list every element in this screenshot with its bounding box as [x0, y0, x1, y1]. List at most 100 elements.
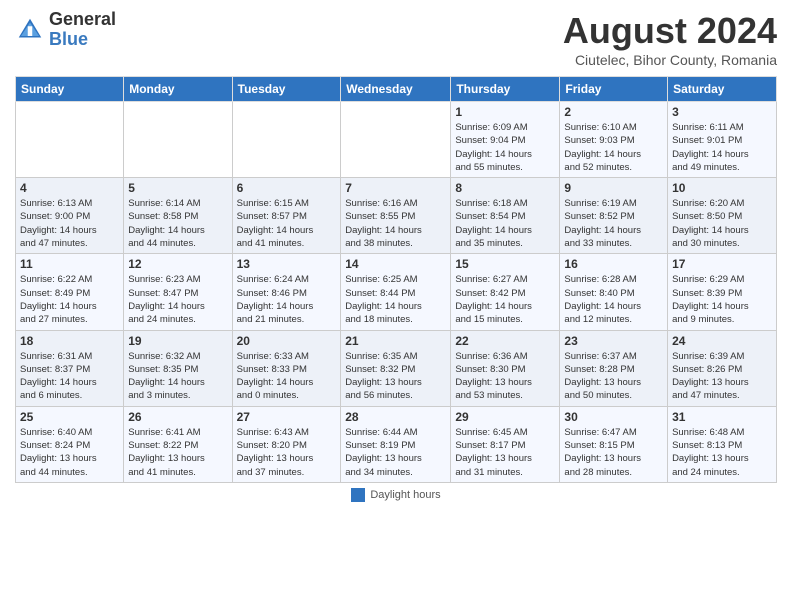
day-info: Sunrise: 6:39 AM Sunset: 8:26 PM Dayligh… [672, 350, 772, 403]
day-number: 18 [20, 334, 119, 348]
day-number: 22 [455, 334, 555, 348]
day-info: Sunrise: 6:23 AM Sunset: 8:47 PM Dayligh… [128, 273, 227, 326]
day-number: 4 [20, 181, 119, 195]
day-info: Sunrise: 6:29 AM Sunset: 8:39 PM Dayligh… [672, 273, 772, 326]
calendar-cell: 5 Sunrise: 6:14 AM Sunset: 8:58 PM Daylig… [124, 178, 232, 254]
title-block: August 2024 Ciutelec, Bihor County, Roma… [563, 10, 777, 68]
calendar-header-saturday: Saturday [668, 77, 777, 102]
calendar-week-3: 11 Sunrise: 6:22 AM Sunset: 8:49 PM Dayli… [16, 254, 777, 330]
main-title: August 2024 [563, 10, 777, 52]
logo-icon [15, 15, 45, 45]
calendar-cell: 19 Sunrise: 6:32 AM Sunset: 8:35 PM Dayli… [124, 330, 232, 406]
day-info: Sunrise: 6:14 AM Sunset: 8:58 PM Dayligh… [128, 197, 227, 250]
day-info: Sunrise: 6:18 AM Sunset: 8:54 PM Dayligh… [455, 197, 555, 250]
calendar-cell [341, 102, 451, 178]
day-number: 11 [20, 257, 119, 271]
day-number: 31 [672, 410, 772, 424]
day-number: 21 [345, 334, 446, 348]
day-number: 7 [345, 181, 446, 195]
calendar-week-2: 4 Sunrise: 6:13 AM Sunset: 9:00 PM Daylig… [16, 178, 777, 254]
header: General Blue August 2024 Ciutelec, Bihor… [15, 10, 777, 68]
calendar-header-row: SundayMondayTuesdayWednesdayThursdayFrid… [16, 77, 777, 102]
calendar-cell: 17 Sunrise: 6:29 AM Sunset: 8:39 PM Dayli… [668, 254, 777, 330]
day-info: Sunrise: 6:47 AM Sunset: 8:15 PM Dayligh… [564, 426, 663, 479]
calendar-cell: 20Sunrise: 6:33 AM Sunset: 8:33 PM Dayli… [232, 330, 341, 406]
day-info: Sunrise: 6:20 AM Sunset: 8:50 PM Dayligh… [672, 197, 772, 250]
calendar-cell: 27 Sunrise: 6:43 AM Sunset: 8:20 PM Dayli… [232, 406, 341, 482]
logo: General Blue [15, 10, 116, 50]
calendar-header-tuesday: Tuesday [232, 77, 341, 102]
day-number: 10 [672, 181, 772, 195]
legend-label: Daylight hours [370, 489, 440, 501]
day-info: Sunrise: 6:31 AM Sunset: 8:37 PM Dayligh… [20, 350, 119, 403]
day-info: Sunrise: 6:15 AM Sunset: 8:57 PM Dayligh… [237, 197, 337, 250]
day-number: 12 [128, 257, 227, 271]
day-info: Sunrise: 6:11 AM Sunset: 9:01 PM Dayligh… [672, 121, 772, 174]
day-info: Sunrise: 6:40 AM Sunset: 8:24 PM Dayligh… [20, 426, 119, 479]
day-info: Sunrise: 6:45 AM Sunset: 8:17 PM Dayligh… [455, 426, 555, 479]
day-number: 24 [672, 334, 772, 348]
calendar-cell: 23 Sunrise: 6:37 AM Sunset: 8:28 PM Dayli… [560, 330, 668, 406]
day-info: Sunrise: 6:19 AM Sunset: 8:52 PM Dayligh… [564, 197, 663, 250]
subtitle: Ciutelec, Bihor County, Romania [563, 52, 777, 68]
logo-text: General Blue [49, 10, 116, 50]
day-number: 19 [128, 334, 227, 348]
day-number: 29 [455, 410, 555, 424]
day-info: Sunrise: 6:35 AM Sunset: 8:32 PM Dayligh… [345, 350, 446, 403]
calendar-cell: 10 Sunrise: 6:20 AM Sunset: 8:50 PM Dayli… [668, 178, 777, 254]
day-info: Sunrise: 6:37 AM Sunset: 8:28 PM Dayligh… [564, 350, 663, 403]
day-info: Sunrise: 6:44 AM Sunset: 8:19 PM Dayligh… [345, 426, 446, 479]
day-number: 2 [564, 105, 663, 119]
day-number: 3 [672, 105, 772, 119]
logo-general-text: General [49, 10, 116, 30]
calendar-cell: 13 Sunrise: 6:24 AM Sunset: 8:46 PM Dayli… [232, 254, 341, 330]
day-info: Sunrise: 6:25 AM Sunset: 8:44 PM Dayligh… [345, 273, 446, 326]
day-number: 17 [672, 257, 772, 271]
calendar-cell [16, 102, 124, 178]
calendar-cell: 8Sunrise: 6:18 AM Sunset: 8:54 PM Daylig… [451, 178, 560, 254]
day-number: 13 [237, 257, 337, 271]
calendar-cell: 18 Sunrise: 6:31 AM Sunset: 8:37 PM Dayli… [16, 330, 124, 406]
calendar-cell: 3 Sunrise: 6:11 AM Sunset: 9:01 PM Daylig… [668, 102, 777, 178]
day-number: 25 [20, 410, 119, 424]
day-info: Sunrise: 6:16 AM Sunset: 8:55 PM Dayligh… [345, 197, 446, 250]
day-number: 15 [455, 257, 555, 271]
day-info: Sunrise: 6:22 AM Sunset: 8:49 PM Dayligh… [20, 273, 119, 326]
calendar-header-monday: Monday [124, 77, 232, 102]
day-number: 26 [128, 410, 227, 424]
calendar-cell: 14Sunrise: 6:25 AM Sunset: 8:44 PM Dayli… [341, 254, 451, 330]
day-info: Sunrise: 6:24 AM Sunset: 8:46 PM Dayligh… [237, 273, 337, 326]
calendar-cell [124, 102, 232, 178]
calendar-cell: 22Sunrise: 6:36 AM Sunset: 8:30 PM Dayli… [451, 330, 560, 406]
calendar-header-sunday: Sunday [16, 77, 124, 102]
day-number: 1 [455, 105, 555, 119]
day-number: 23 [564, 334, 663, 348]
day-number: 27 [237, 410, 337, 424]
calendar-cell: 29 Sunrise: 6:45 AM Sunset: 8:17 PM Dayli… [451, 406, 560, 482]
calendar-cell: 24 Sunrise: 6:39 AM Sunset: 8:26 PM Dayli… [668, 330, 777, 406]
logo-blue-text: Blue [49, 30, 116, 50]
legend-box [351, 488, 365, 502]
day-info: Sunrise: 6:13 AM Sunset: 9:00 PM Dayligh… [20, 197, 119, 250]
day-info: Sunrise: 6:48 AM Sunset: 8:13 PM Dayligh… [672, 426, 772, 479]
day-info: Sunrise: 6:32 AM Sunset: 8:35 PM Dayligh… [128, 350, 227, 403]
calendar-cell: 4 Sunrise: 6:13 AM Sunset: 9:00 PM Daylig… [16, 178, 124, 254]
day-number: 5 [128, 181, 227, 195]
day-info: Sunrise: 6:33 AM Sunset: 8:33 PM Dayligh… [237, 350, 337, 403]
day-info: Sunrise: 6:27 AM Sunset: 8:42 PM Dayligh… [455, 273, 555, 326]
calendar-header-thursday: Thursday [451, 77, 560, 102]
calendar-cell: 15 Sunrise: 6:27 AM Sunset: 8:42 PM Dayli… [451, 254, 560, 330]
calendar-week-4: 18 Sunrise: 6:31 AM Sunset: 8:37 PM Dayli… [16, 330, 777, 406]
day-info: Sunrise: 6:43 AM Sunset: 8:20 PM Dayligh… [237, 426, 337, 479]
day-info: Sunrise: 6:09 AM Sunset: 9:04 PM Dayligh… [455, 121, 555, 174]
day-number: 28 [345, 410, 446, 424]
calendar-header-friday: Friday [560, 77, 668, 102]
calendar-cell: 31 Sunrise: 6:48 AM Sunset: 8:13 PM Dayli… [668, 406, 777, 482]
day-info: Sunrise: 6:10 AM Sunset: 9:03 PM Dayligh… [564, 121, 663, 174]
calendar-cell: 11 Sunrise: 6:22 AM Sunset: 8:49 PM Dayli… [16, 254, 124, 330]
calendar-cell: 28 Sunrise: 6:44 AM Sunset: 8:19 PM Dayli… [341, 406, 451, 482]
day-info: Sunrise: 6:28 AM Sunset: 8:40 PM Dayligh… [564, 273, 663, 326]
calendar-cell: 26Sunrise: 6:41 AM Sunset: 8:22 PM Dayli… [124, 406, 232, 482]
calendar-week-5: 25 Sunrise: 6:40 AM Sunset: 8:24 PM Dayli… [16, 406, 777, 482]
day-number: 9 [564, 181, 663, 195]
